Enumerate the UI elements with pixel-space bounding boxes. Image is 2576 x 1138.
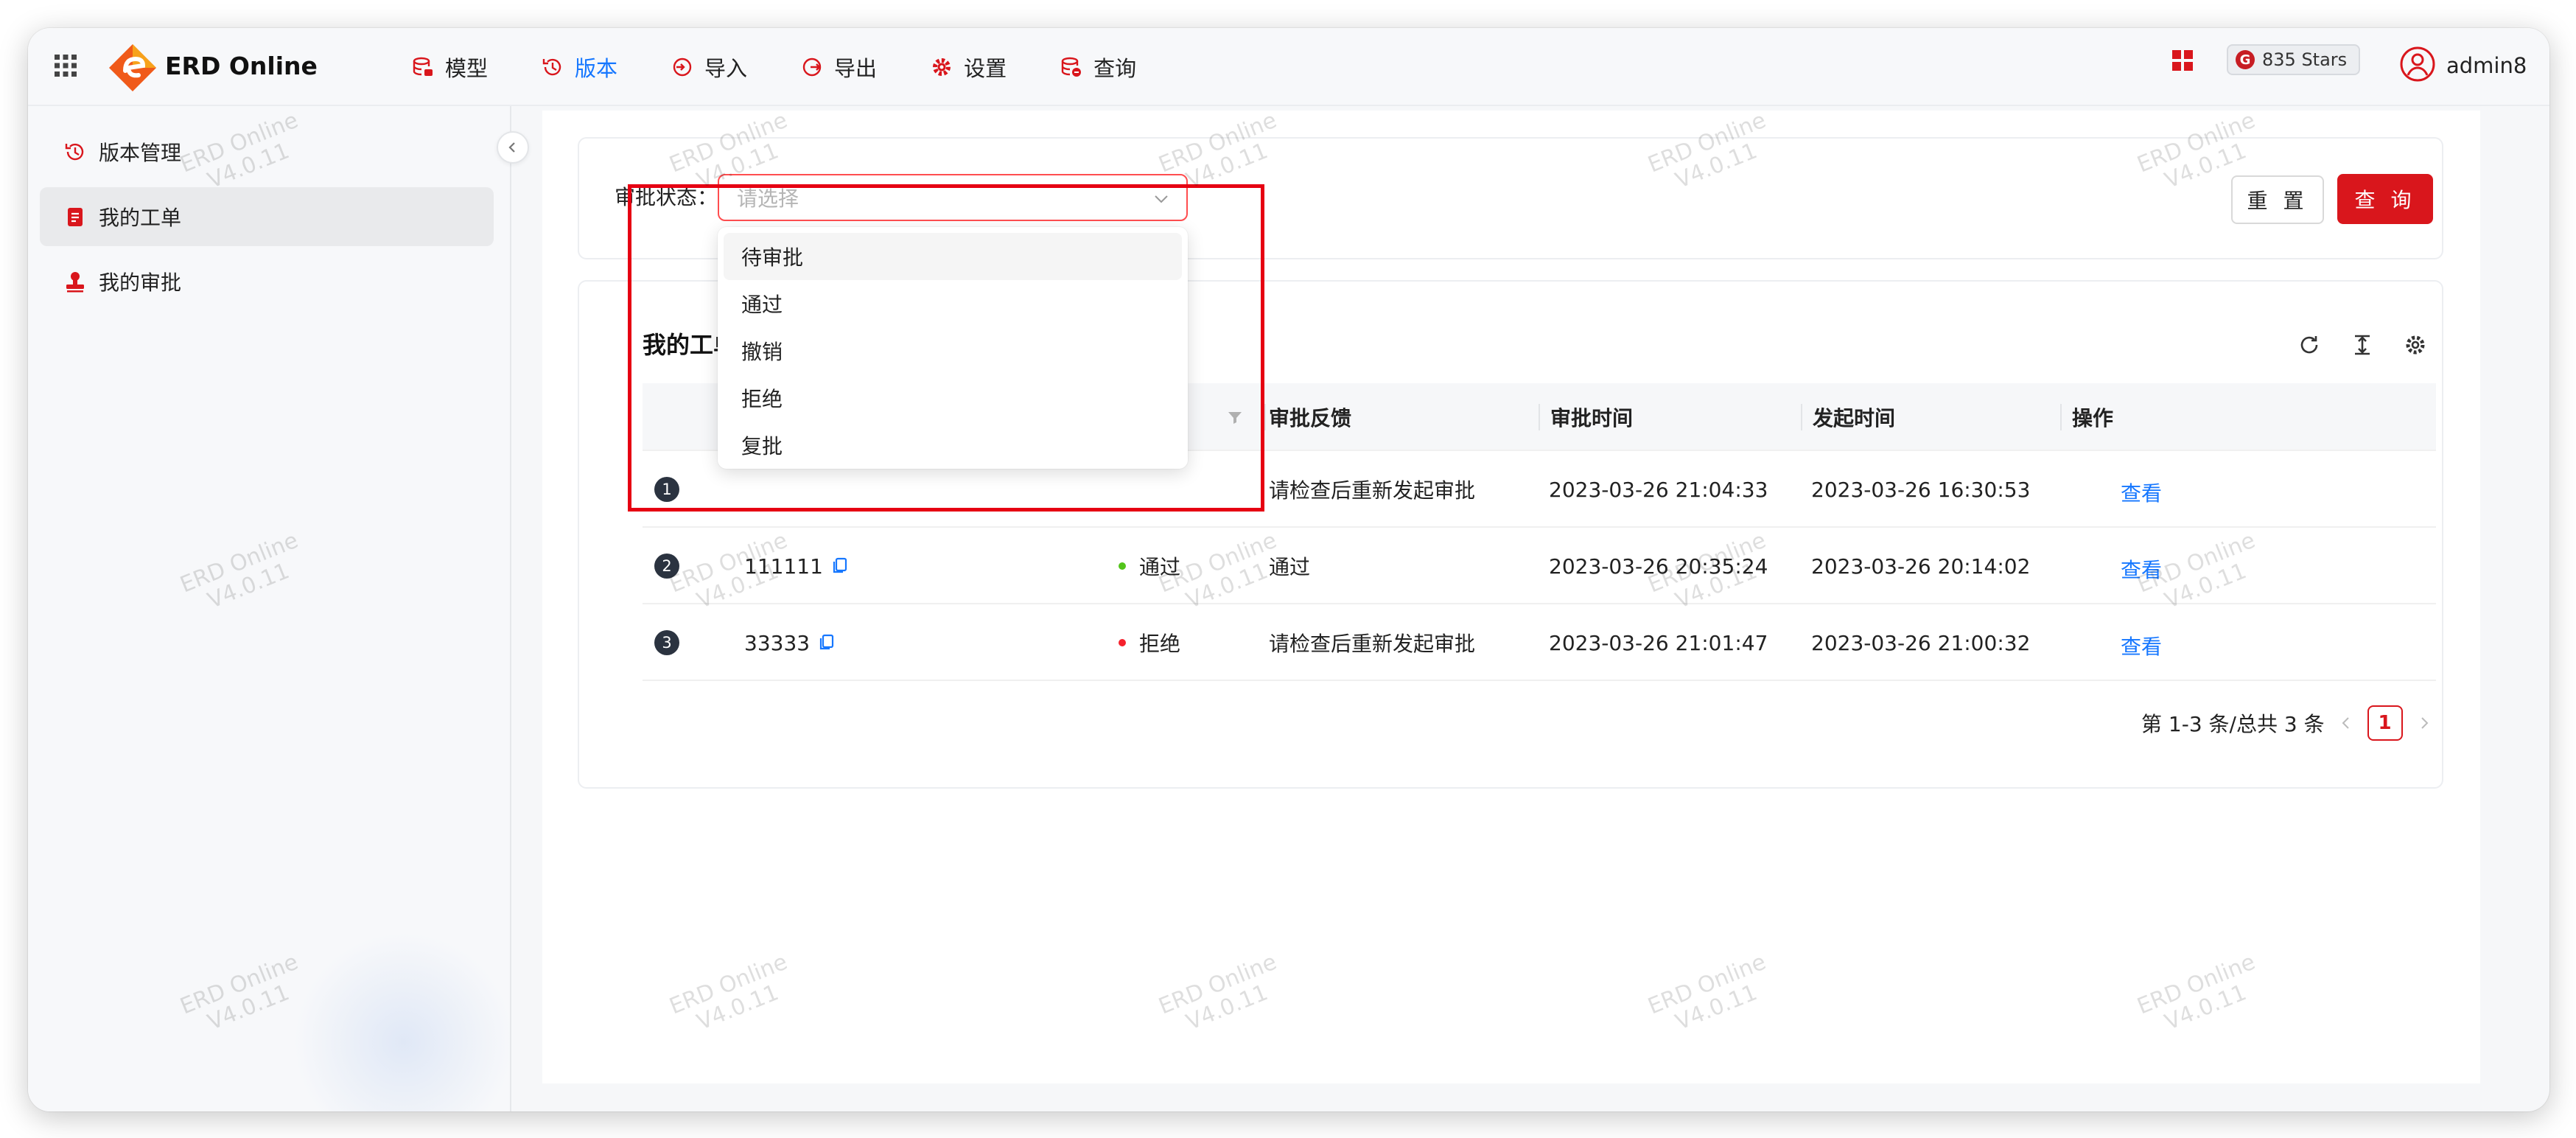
column-separator <box>1539 404 1540 430</box>
sidebar-item-label: 我的工单 <box>99 206 182 230</box>
approval-status-select[interactable]: 请选择 <box>718 174 1188 221</box>
status-dot <box>1119 639 1126 646</box>
history-icon <box>542 58 561 76</box>
column-action[interactable]: 操作 <box>2072 383 2113 451</box>
gear-icon[interactable] <box>2402 332 2429 358</box>
github-stars-badge[interactable]: G 835 Stars <box>2227 44 2361 75</box>
row-status: 通过 <box>1139 555 1181 579</box>
database-search-icon <box>1061 57 1082 77</box>
row-feedback: 请检查后重新发起审批 <box>1269 478 1476 503</box>
nav-item-export[interactable]: 导出 <box>771 44 900 90</box>
import-icon <box>673 57 692 77</box>
chevron-right-icon[interactable] <box>2416 715 2432 731</box>
stars-count: 835 Stars <box>2262 49 2348 70</box>
sidebar-item-version-management[interactable]: 版本管理 <box>40 122 494 181</box>
row-start-time: 2023-03-26 21:00:32 <box>1811 630 2031 655</box>
view-link[interactable]: 查看 <box>2121 607 2162 684</box>
page-number-current[interactable]: 1 <box>2367 705 2403 741</box>
row-approve-time: 2023-03-26 21:04:33 <box>1549 477 1768 502</box>
column-height-icon[interactable] <box>2349 332 2376 358</box>
option-revoked[interactable]: 撤销 <box>724 327 1182 374</box>
top-header: ERD Online 模型 版本 导入 导出 设置 查询 G 835 Stars… <box>28 28 2549 106</box>
username[interactable]: admin8 <box>2446 50 2527 81</box>
nav-label: 模型 <box>445 56 489 81</box>
chevron-down-icon <box>1155 195 1168 203</box>
nav-item-version[interactable]: 版本 <box>511 44 641 90</box>
option-pending[interactable]: 待审批 <box>724 233 1182 280</box>
nav-label: 导入 <box>704 56 748 81</box>
select-placeholder: 请选择 <box>737 186 799 211</box>
history-icon <box>65 143 84 161</box>
option-reapproval[interactable]: 复批 <box>724 422 1182 469</box>
nav-item-query[interactable]: 查询 <box>1030 44 1160 90</box>
row-start-time: 2023-03-26 16:30:53 <box>1811 477 2031 502</box>
export-icon <box>802 57 822 77</box>
column-feedback[interactable]: 审批反馈 <box>1269 383 1351 451</box>
row-feedback: 通过 <box>1269 555 1311 579</box>
product-grid-icon[interactable] <box>2171 49 2194 72</box>
apps-grid-icon[interactable] <box>53 53 78 78</box>
table-row: 2 111111 通过 通过 2023-03-26 20:35:24 2023-… <box>643 528 2436 604</box>
table-toolbar <box>2296 332 2429 358</box>
column-separator <box>2060 404 2062 430</box>
approval-status-dropdown: 待审批 通过 撤销 拒绝 复批 <box>718 227 1188 469</box>
clipboard-icon <box>68 208 83 226</box>
gear-icon <box>933 58 951 76</box>
reload-icon[interactable] <box>2296 332 2323 358</box>
pagination: 第 1-3 条/总共 3 条 1 <box>2141 705 2446 741</box>
pagination-summary: 第 1-3 条/总共 3 条 <box>2141 712 2325 736</box>
nav-label: 导出 <box>834 56 878 81</box>
user-avatar-icon[interactable] <box>2399 46 2436 83</box>
column-approve-time[interactable]: 审批时间 <box>1550 383 1633 451</box>
view-link[interactable]: 查看 <box>2121 454 2162 531</box>
sidebar-item-label: 版本管理 <box>99 141 182 165</box>
main-nav: 模型 版本 导入 导出 设置 查询 <box>382 44 1160 90</box>
row-approve-time: 2023-03-26 20:35:24 <box>1549 554 1768 579</box>
stamp-icon <box>66 272 84 293</box>
row-start-time: 2023-03-26 20:14:02 <box>1811 554 2031 579</box>
sidebar-item-my-approvals[interactable]: 我的审批 <box>40 252 494 311</box>
sidebar-item-my-tickets[interactable]: 我的工单 <box>40 187 494 246</box>
nav-label: 版本 <box>575 56 618 81</box>
row-index-badge: 3 <box>654 630 679 655</box>
row-approve-time: 2023-03-26 21:01:47 <box>1549 630 1768 655</box>
erd-logo-icon[interactable] <box>106 41 159 94</box>
chevron-left-icon[interactable] <box>2338 715 2354 731</box>
reset-button[interactable]: 重 置 <box>2231 175 2324 224</box>
copy-icon[interactable] <box>817 633 836 652</box>
row-status: 拒绝 <box>1139 632 1181 656</box>
sidebar-collapse-button[interactable] <box>497 131 529 164</box>
brand-name[interactable]: ERD Online <box>165 50 318 83</box>
table-row: 3 33333 拒绝 请检查后重新发起审批 2023-03-26 21:01:4… <box>643 604 2436 681</box>
copy-icon[interactable] <box>830 556 850 576</box>
nav-label: 查询 <box>1093 56 1137 81</box>
nav-item-import[interactable]: 导入 <box>641 44 771 90</box>
row-feedback: 请检查后重新发起审批 <box>1269 632 1476 656</box>
gitee-icon: G <box>2236 50 2255 69</box>
approval-status-label: 审批状态： <box>615 185 718 209</box>
row-name: 111111 <box>744 554 823 579</box>
column-start-time[interactable]: 发起时间 <box>1813 383 1895 451</box>
decorative-glow <box>293 932 514 1111</box>
nav-item-model[interactable]: 模型 <box>382 44 511 90</box>
option-rejected[interactable]: 拒绝 <box>724 374 1182 422</box>
view-link[interactable]: 查看 <box>2121 531 2162 607</box>
column-separator <box>1801 404 1802 430</box>
option-approved[interactable]: 通过 <box>724 280 1182 327</box>
database-icon <box>413 57 433 76</box>
nav-item-settings[interactable]: 设置 <box>900 44 1030 90</box>
query-button[interactable]: 查 询 <box>2337 174 2433 224</box>
chevron-left-icon <box>508 142 515 153</box>
column-separator <box>1264 404 1266 430</box>
nav-label: 设置 <box>964 56 1007 81</box>
row-index-badge: 2 <box>654 554 679 579</box>
row-index-badge: 1 <box>654 477 679 502</box>
row-name: 33333 <box>744 630 811 655</box>
filter-funnel-icon[interactable] <box>1226 408 1244 426</box>
status-dot <box>1119 562 1126 570</box>
sidebar: 版本管理 我的工单 我的审批 <box>28 106 514 1111</box>
sidebar-item-label: 我的审批 <box>99 270 182 295</box>
